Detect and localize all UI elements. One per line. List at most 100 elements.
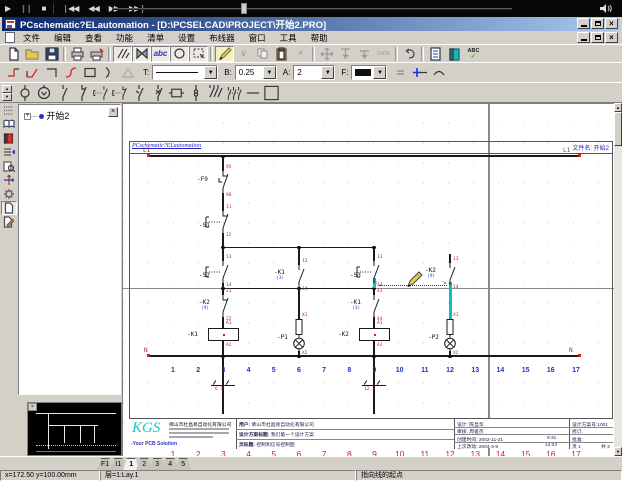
open-book-button[interactable] [1, 117, 17, 131]
rewind-icon[interactable]: ◀◀ [83, 4, 103, 13]
symbols-tool-button[interactable] [132, 46, 151, 62]
symbol-terminal-circle[interactable] [15, 85, 34, 101]
component-k1-no-contact[interactable] [292, 265, 306, 287]
child-minimize-button[interactable] [577, 32, 590, 43]
symbol-coil[interactable] [167, 85, 186, 101]
arc-mode-button[interactable] [429, 65, 448, 81]
symbol-contactor-3pole[interactable] [224, 85, 243, 101]
print-setup-button[interactable] [87, 46, 106, 62]
triangle-tool-button[interactable] [118, 65, 137, 81]
move-tool-button[interactable] [317, 46, 336, 62]
menu-item[interactable]: 帮助 [304, 32, 335, 44]
volume-icon[interactable] [599, 3, 613, 14]
symbol-switch-nc[interactable] [72, 85, 91, 101]
draw-pencil-button[interactable] [215, 46, 234, 62]
palette-scroll-up[interactable]: ▲ [2, 85, 12, 93]
menu-item[interactable]: 设置 [171, 32, 202, 44]
minimize-button[interactable] [577, 18, 590, 29]
settings-gear-button[interactable] [1, 187, 17, 201]
rectangle-tool-button[interactable] [80, 65, 99, 81]
object-list-button[interactable] [1, 145, 17, 159]
restore-button[interactable] [591, 18, 604, 29]
play-icon[interactable]: ▶ [0, 4, 15, 13]
symbol-motor[interactable] [34, 85, 53, 101]
schematic-canvas[interactable]: PCschematic?ELautomation 文件名: 开始2 L1 L1 … [122, 103, 614, 456]
delete-button[interactable]: × [291, 46, 310, 62]
component-catalog-button[interactable] [1, 131, 17, 145]
stop-icon[interactable]: ■ [37, 4, 51, 13]
paste-button[interactable] [272, 46, 291, 62]
symbol-line[interactable] [243, 85, 262, 101]
tree-root-item[interactable]: +─开始2 [19, 105, 120, 122]
menu-item[interactable]: 查看 [78, 32, 109, 44]
scrollbar-thumb[interactable] [614, 112, 622, 146]
scroll-down-icon[interactable]: ▼ [614, 447, 622, 456]
page-tab[interactable]: F1 [97, 458, 113, 470]
seek-slider-thumb[interactable] [241, 3, 247, 14]
menu-item[interactable]: 编辑 [47, 32, 78, 44]
component-k2-no-contact[interactable] [443, 263, 457, 285]
symbol-three-phase[interactable] [205, 85, 224, 101]
menu-item[interactable]: 清单 [140, 32, 171, 44]
menu-item[interactable]: 布线器 [202, 32, 242, 44]
copy-button[interactable] [253, 46, 272, 62]
text-tool-button[interactable]: abc [151, 46, 170, 62]
symbol-contact-arrow[interactable] [129, 85, 148, 101]
circle-tool-button[interactable] [170, 46, 189, 62]
transfer-down-button[interactable] [336, 46, 355, 62]
line-type-select[interactable]: ▼ [152, 65, 218, 80]
arc-tool-button[interactable] [99, 65, 118, 81]
page-mode-button[interactable] [1, 201, 17, 215]
polyline-tool-button[interactable] [4, 65, 23, 81]
vertical-scrollbar[interactable]: ▲ ▼ [614, 103, 622, 456]
page-tab[interactable]: 5 [175, 458, 191, 470]
save-button[interactable] [42, 46, 61, 62]
print-button[interactable] [68, 46, 87, 62]
transfer-up-button[interactable] [355, 46, 374, 62]
component-p2-lamp[interactable] [443, 319, 457, 353]
curve-tool-button[interactable] [61, 65, 80, 81]
lines-tool-button[interactable] [113, 46, 132, 62]
parallel-lines-button[interactable] [391, 65, 410, 81]
component-k2-coil[interactable] [359, 328, 390, 341]
menu-item[interactable]: 功能 [109, 32, 140, 44]
zoom-page-button[interactable] [1, 159, 17, 173]
scroll-up-icon[interactable]: ▲ [614, 103, 622, 112]
symbol-pushbutton-nc[interactable] [110, 85, 129, 101]
symbol-menu-button[interactable] [1, 103, 17, 117]
symbol-plug[interactable] [186, 85, 205, 101]
v-tool-button[interactable]: ∨ [234, 46, 253, 62]
symbol-pushbutton-no[interactable] [91, 85, 110, 101]
palette-scroll-down[interactable]: ▼ [2, 93, 12, 101]
menu-item[interactable]: 文件 [16, 32, 47, 44]
symbol-box[interactable] [262, 85, 281, 101]
line-width-select[interactable]: 0.25▼ [235, 65, 277, 80]
page-edit-button[interactable] [1, 215, 17, 229]
angle-select[interactable]: 2▼ [293, 65, 335, 80]
symbol-switch-no[interactable] [53, 85, 72, 101]
pause-icon[interactable]: ❙❙ [15, 4, 36, 13]
child-restore-button[interactable] [591, 32, 604, 43]
component-p1-lamp[interactable] [292, 319, 306, 353]
snap-cross-button[interactable] [410, 65, 429, 81]
catalog-book-button[interactable] [445, 46, 464, 62]
seek-slider[interactable] [112, 8, 512, 10]
child-close-button[interactable]: × [605, 32, 618, 43]
overview-close-icon[interactable]: × [28, 403, 37, 411]
data-button[interactable]: DATA [374, 46, 393, 62]
menu-item[interactable]: 窗口 [242, 32, 273, 44]
tree-expand-icon[interactable]: + [24, 113, 31, 120]
undo-button[interactable] [400, 46, 419, 62]
area-select-tool-button[interactable] [189, 46, 208, 62]
angled-line-tool-button[interactable] [23, 65, 42, 81]
page-data-button[interactable] [426, 46, 445, 62]
skip-back-icon[interactable]: ❘◀◀ [57, 4, 83, 13]
spellcheck-button[interactable]: ABC✓ [464, 46, 483, 62]
color-select[interactable]: ▼ [351, 65, 387, 80]
corner-tool-button[interactable] [42, 65, 61, 81]
menu-item[interactable]: 工具 [273, 32, 304, 44]
document-icon[interactable] [5, 32, 15, 43]
panel-close-icon[interactable]: × [108, 107, 118, 117]
symbol-contact-x[interactable] [148, 85, 167, 101]
overview-window[interactable]: × [27, 402, 122, 456]
